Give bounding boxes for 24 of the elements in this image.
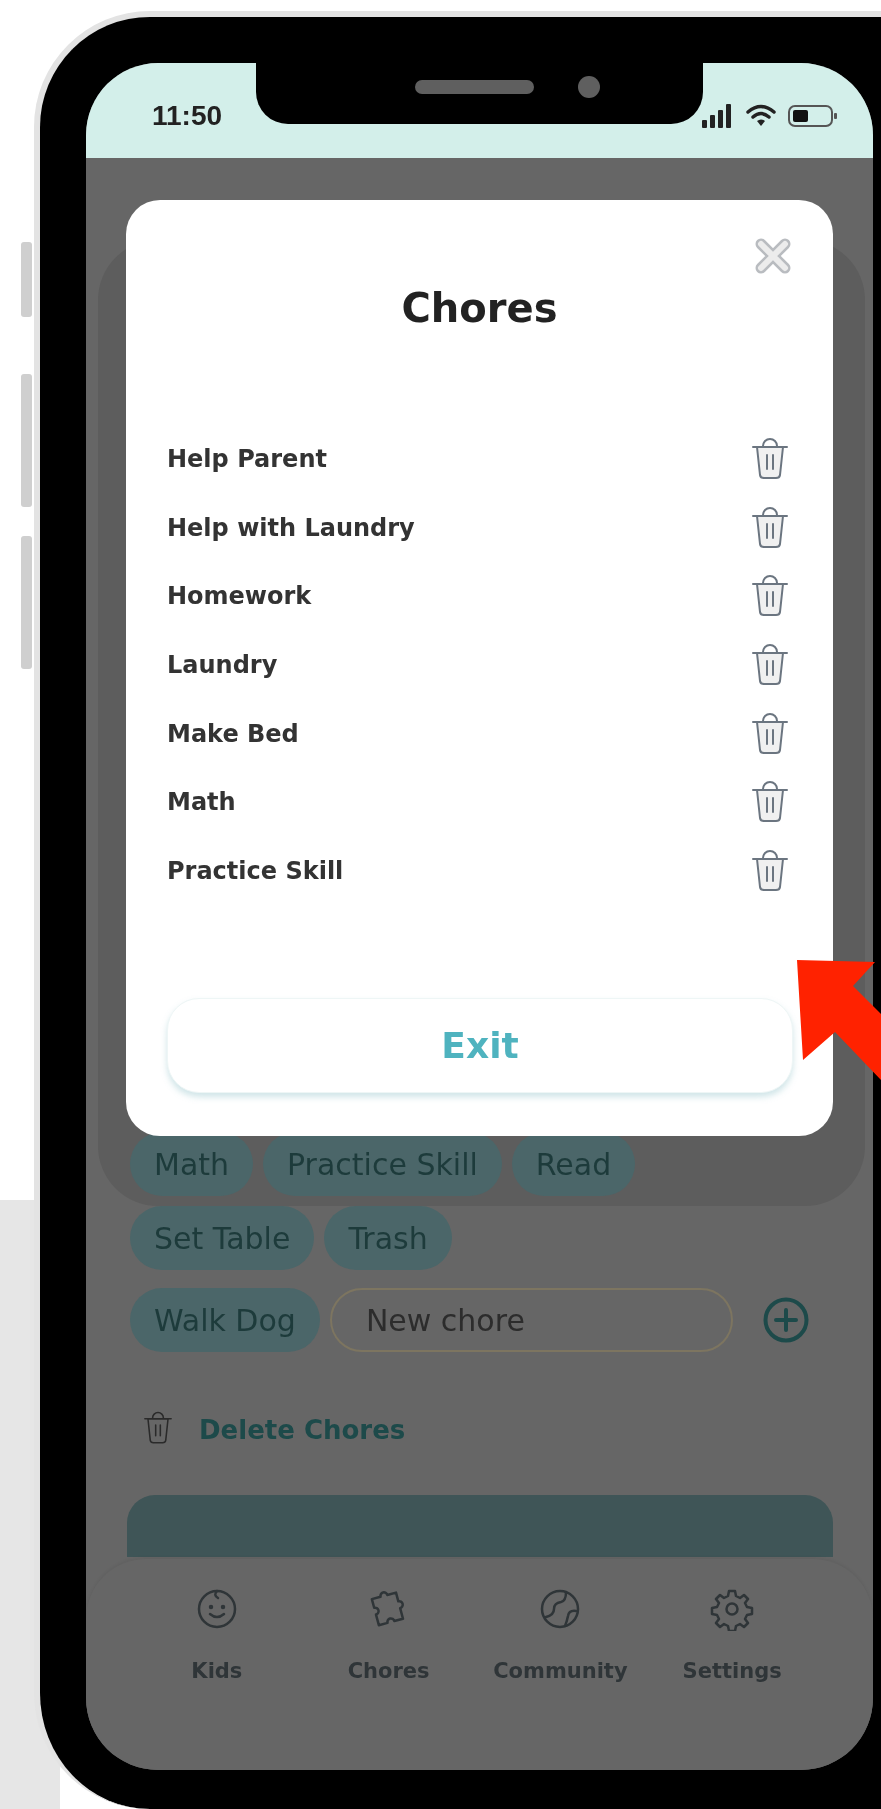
settings-icon — [710, 1587, 755, 1631]
chore-name: Laundry — [167, 651, 278, 680]
status-time: 11:50 — [152, 98, 223, 132]
tab-bar-item[interactable]: Chores — [302, 1587, 475, 1683]
chore-name: Help Parent — [167, 445, 327, 474]
tab-bar-item[interactable]: Settings — [646, 1587, 818, 1683]
chore-name: Practice Skill — [167, 856, 344, 885]
delete-chores-link[interactable]: Delete Chores — [199, 1415, 406, 1445]
exit-button[interactable]: Exit — [167, 998, 793, 1093]
speaker-icon — [415, 80, 534, 94]
pointer-arrow-icon — [797, 960, 881, 1080]
signal-icon — [702, 103, 734, 128]
chore-name: Math — [167, 788, 236, 817]
battery-icon — [788, 103, 838, 128]
tab-bar-item[interactable]: Kids — [131, 1587, 303, 1683]
wifi-icon — [746, 103, 776, 128]
tab-bar-item[interactable]: Community — [474, 1587, 647, 1683]
chore-name: Help with Laundry — [167, 513, 415, 542]
dialog-title: Chores — [400, 284, 559, 333]
chore-name: Homework — [167, 582, 312, 611]
new-chore-field[interactable]: New chore — [329, 1288, 733, 1352]
trash-icon[interactable] — [141, 1411, 175, 1445]
camera-icon — [578, 76, 600, 98]
chore-name: Make Bed — [167, 719, 299, 748]
